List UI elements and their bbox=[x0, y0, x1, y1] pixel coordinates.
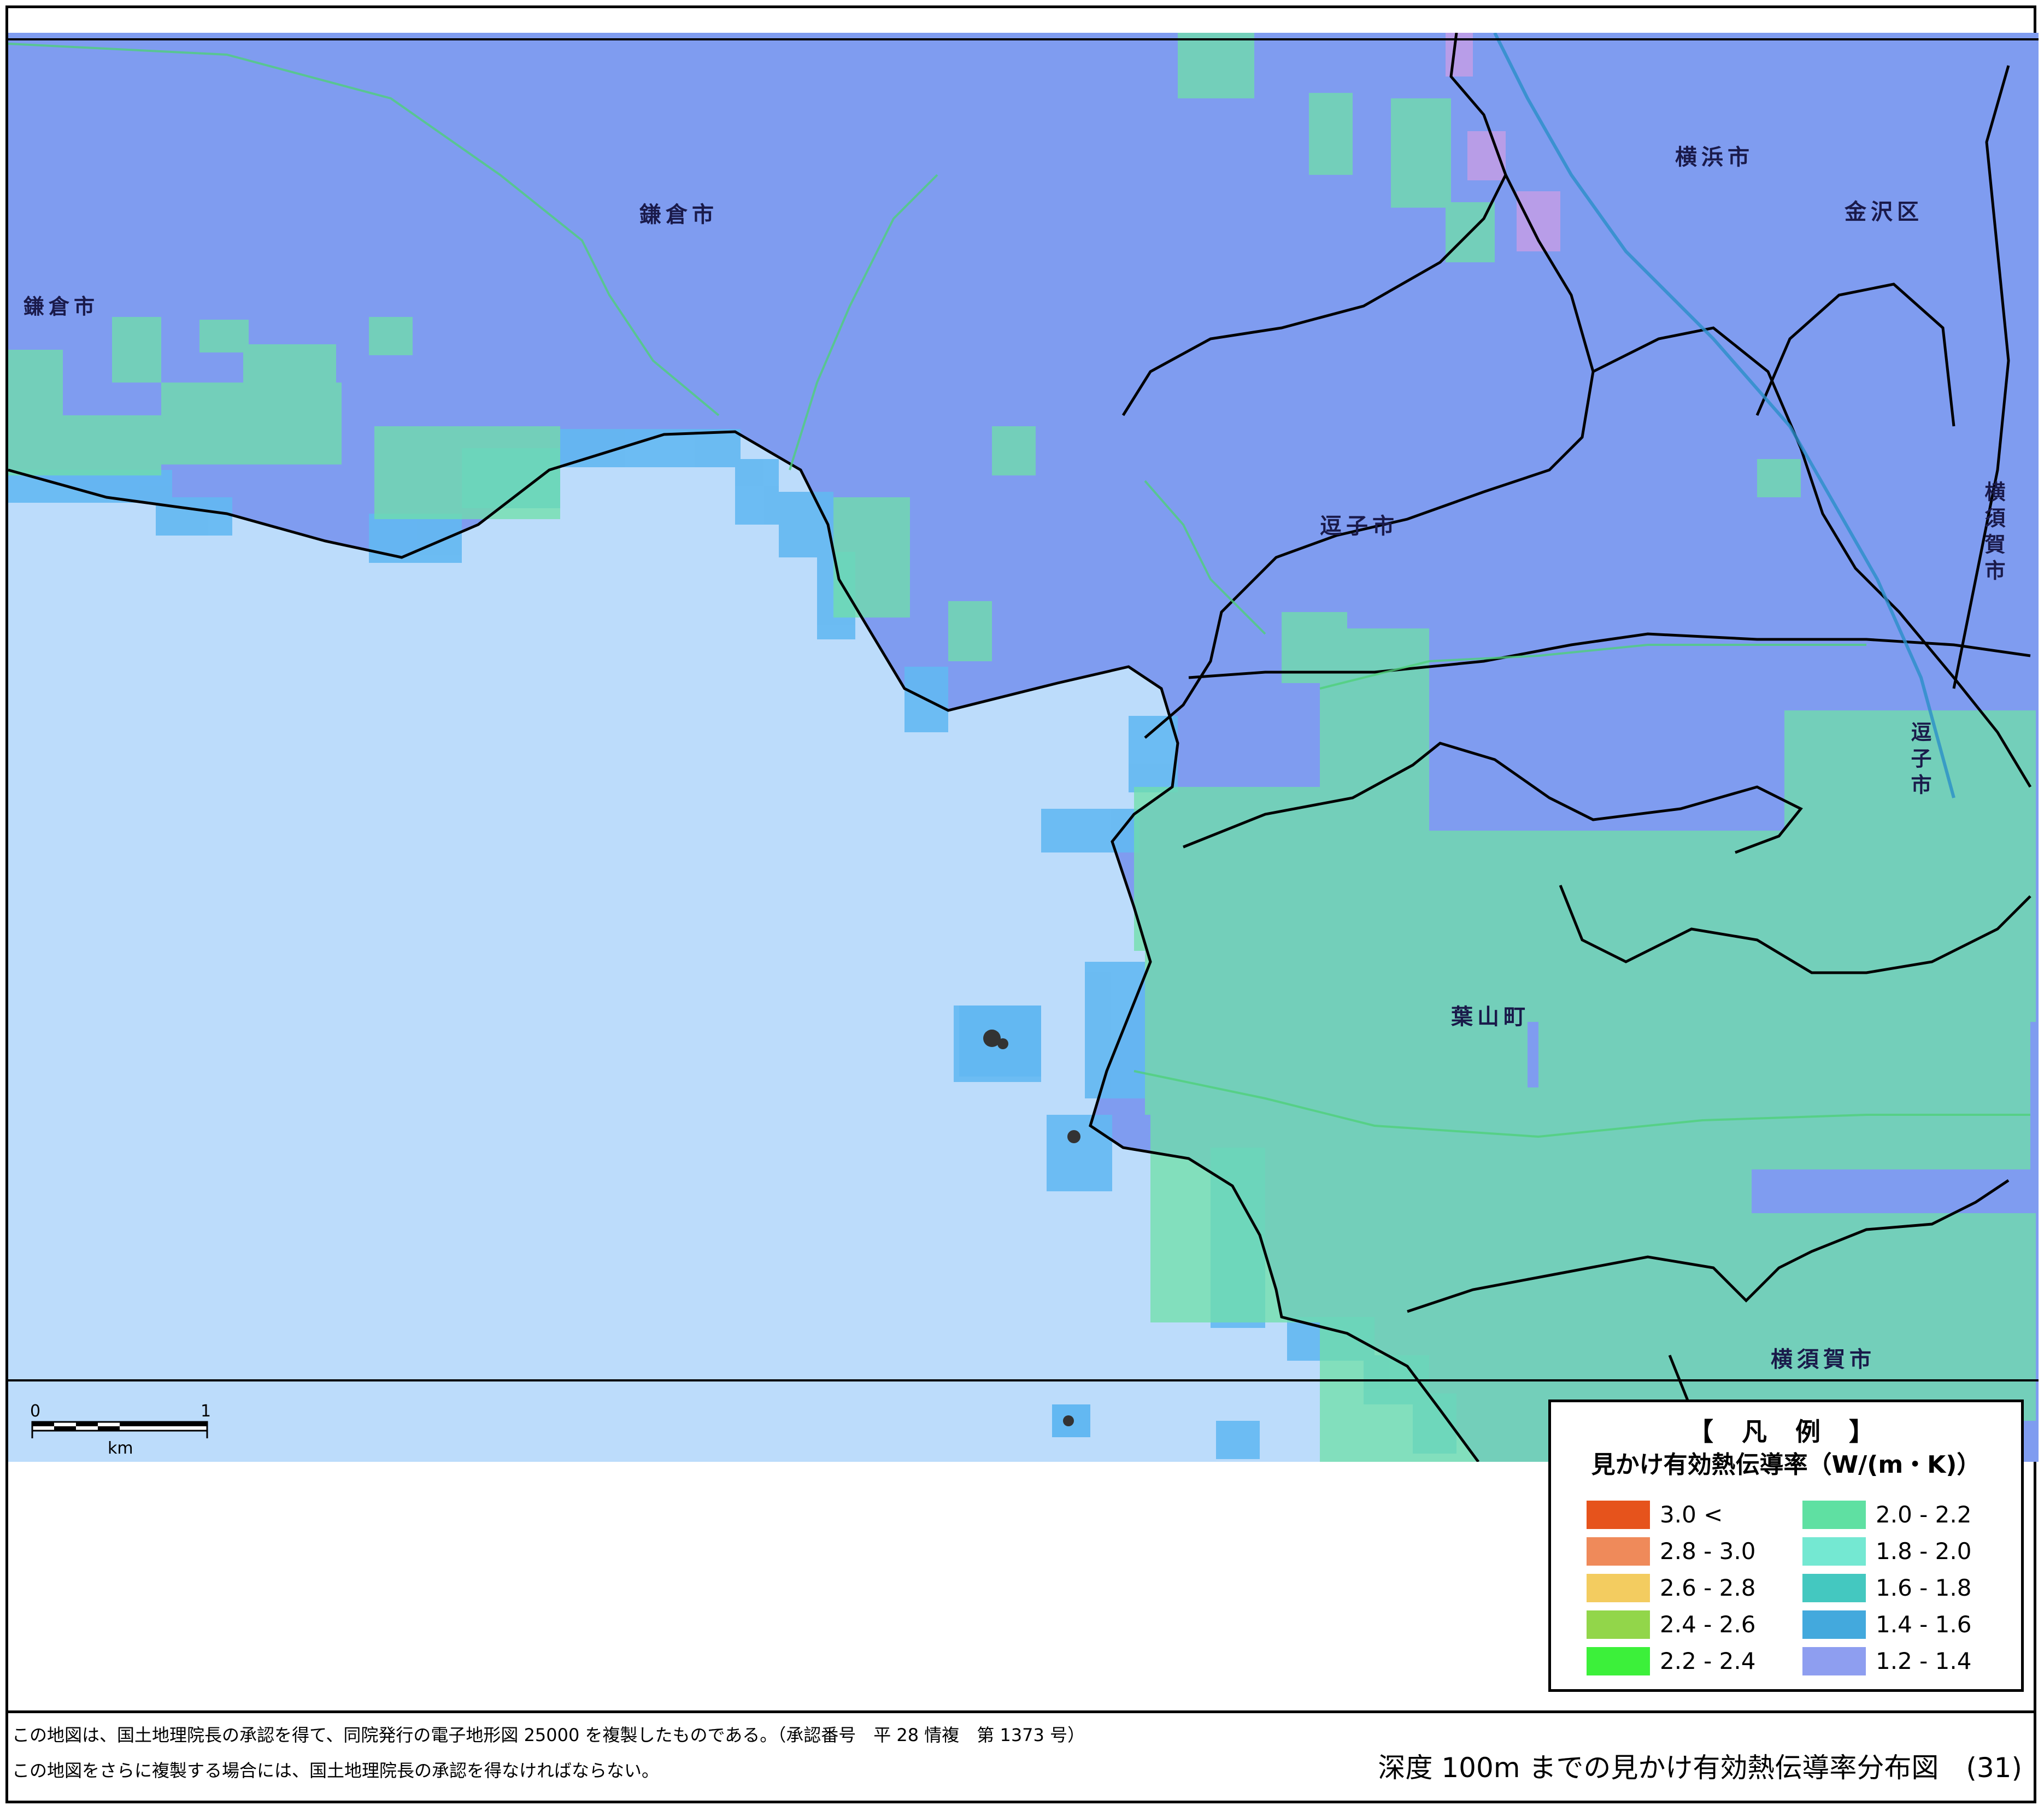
scale-bar-graphic: 0 1 km bbox=[30, 1402, 211, 1458]
label-yokohama-city: 横浜市 bbox=[1675, 145, 1754, 170]
map-graphic bbox=[8, 33, 2039, 1462]
legend-label: 2.0 - 2.2 bbox=[1876, 1501, 1972, 1528]
footer-divider bbox=[5, 1710, 2036, 1713]
legend-swatch bbox=[1802, 1501, 1866, 1529]
legend-swatch bbox=[1587, 1610, 1650, 1639]
legend-label: 2.4 - 2.6 bbox=[1660, 1611, 1756, 1638]
legend-label: 1.2 - 1.4 bbox=[1876, 1648, 1972, 1674]
label-kanazawa-ward: 金沢区 bbox=[1845, 199, 1923, 225]
label-zushi-city-east: 逗子市 bbox=[1907, 721, 1931, 800]
map-canvas[interactable]: 鎌倉市 鎌倉市 横浜市 金沢区 逗子市 逗子市 横須賀市 横須賀市 葉山町 bbox=[8, 33, 2039, 1462]
legend-label: 2.6 - 2.8 bbox=[1660, 1574, 1756, 1601]
scale-bar: 0 1 km bbox=[30, 1399, 216, 1465]
legend-title: 【 凡 例 】 bbox=[1688, 1417, 1884, 1447]
legend-swatch bbox=[1802, 1537, 1866, 1566]
label-zushi-city: 逗子市 bbox=[1320, 514, 1399, 539]
map-title: 深度 100m までの見かけ有効熱伝導率分布図 (31) bbox=[1378, 1752, 2022, 1784]
label-kamakura-city-west: 鎌倉市 bbox=[24, 295, 99, 319]
label-kamakura-city: 鎌倉市 bbox=[639, 202, 718, 227]
legend-swatch bbox=[1587, 1647, 1650, 1675]
legend-swatch bbox=[1802, 1647, 1866, 1675]
legend-label: 1.8 - 2.0 bbox=[1876, 1538, 1972, 1565]
label-yokosuka-city-east: 横須賀市 bbox=[1981, 481, 2005, 586]
scale-one: 1 bbox=[201, 1402, 211, 1421]
copyright-note-line1: この地図は、国土地理院長の承認を得て、同院発行の電子地形図 25000 を複製し… bbox=[12, 1725, 1085, 1745]
legend-label: 2.8 - 3.0 bbox=[1660, 1538, 1756, 1565]
legend-swatch bbox=[1587, 1574, 1650, 1602]
legend-label: 1.6 - 1.8 bbox=[1876, 1574, 1972, 1601]
legend-swatch bbox=[1802, 1574, 1866, 1602]
legend-swatch bbox=[1587, 1537, 1650, 1566]
legend-subtitle: 見かけ有効熱伝導率（W/(m・K)） bbox=[1591, 1451, 1981, 1479]
label-yokosuka-city-south: 横須賀市 bbox=[1771, 1347, 1876, 1372]
scale-zero: 0 bbox=[30, 1402, 40, 1421]
legend-swatch bbox=[1802, 1610, 1866, 1639]
label-hayama-town: 葉山町 bbox=[1451, 1004, 1530, 1030]
legend-label: 1.4 - 1.6 bbox=[1876, 1611, 1972, 1638]
copyright-note-line2: この地図をさらに複製する場合には、国土地理院長の承認を得なければならない。 bbox=[12, 1760, 660, 1781]
legend-label: 2.2 - 2.4 bbox=[1660, 1648, 1756, 1674]
legend-label: 3.0 < bbox=[1660, 1501, 1723, 1528]
legend-swatch bbox=[1587, 1501, 1650, 1529]
scale-unit: km bbox=[108, 1439, 133, 1458]
legend: 【 凡 例 】 見かけ有効熱伝導率（W/(m・K)） 3.0 < 2.8 - 3… bbox=[1548, 1400, 2024, 1692]
